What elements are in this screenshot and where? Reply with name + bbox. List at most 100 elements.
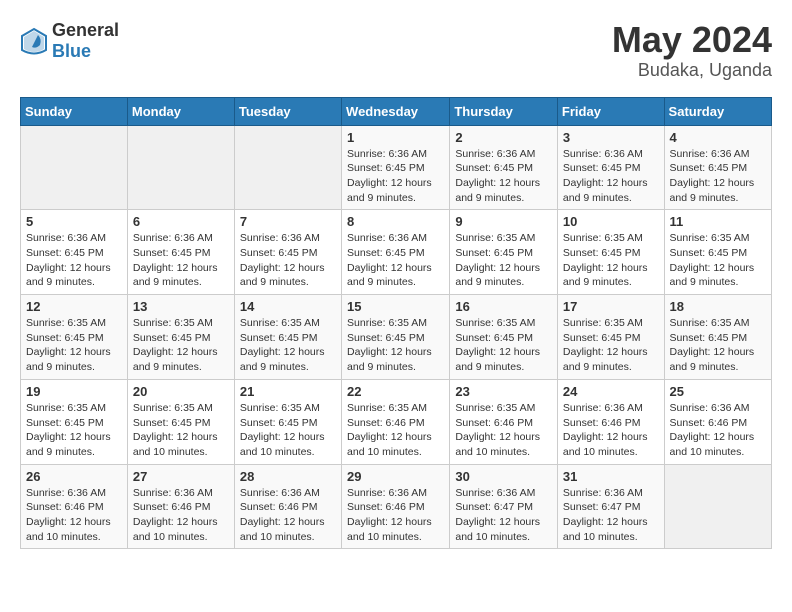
day-info: Sunrise: 6:35 AMSunset: 6:45 PMDaylight:… (563, 231, 659, 290)
day-number: 9 (455, 214, 552, 229)
day-cell: 29 Sunrise: 6:36 AMSunset: 6:46 PMDayligh… (342, 464, 450, 549)
day-info: Sunrise: 6:36 AMSunset: 6:45 PMDaylight:… (347, 231, 444, 290)
logo: General Blue (20, 20, 119, 62)
day-number: 13 (133, 299, 229, 314)
day-cell: 22 Sunrise: 6:35 AMSunset: 6:46 PMDayligh… (342, 379, 450, 464)
day-info: Sunrise: 6:36 AMSunset: 6:45 PMDaylight:… (347, 147, 444, 206)
day-number: 18 (670, 299, 766, 314)
calendar-header-row: SundayMondayTuesdayWednesdayThursdayFrid… (21, 97, 772, 125)
header-thursday: Thursday (450, 97, 558, 125)
day-info: Sunrise: 6:35 AMSunset: 6:45 PMDaylight:… (347, 316, 444, 375)
day-number: 7 (240, 214, 336, 229)
day-info: Sunrise: 6:35 AMSunset: 6:46 PMDaylight:… (455, 401, 552, 460)
day-cell: 12Sunrise: 6:35 AMSunset: 6:45 PMDayligh… (21, 295, 128, 380)
day-cell: 6 Sunrise: 6:36 AMSunset: 6:45 PMDaylight… (127, 210, 234, 295)
day-info: Sunrise: 6:36 AMSunset: 6:45 PMDaylight:… (670, 147, 766, 206)
day-cell: 23 Sunrise: 6:35 AMSunset: 6:46 PMDayligh… (450, 379, 558, 464)
day-cell: 3 Sunrise: 6:36 AMSunset: 6:45 PMDaylight… (557, 125, 664, 210)
day-info: Sunrise: 6:36 AMSunset: 6:46 PMDaylight:… (670, 401, 766, 460)
header-friday: Friday (557, 97, 664, 125)
day-info: Sunrise: 6:36 AMSunset: 6:45 PMDaylight:… (455, 147, 552, 206)
day-number: 10 (563, 214, 659, 229)
week-row-4: 19 Sunrise: 6:35 AMSunset: 6:45 PMDayligh… (21, 379, 772, 464)
day-cell: 5Sunrise: 6:36 AMSunset: 6:45 PMDaylight… (21, 210, 128, 295)
day-number: 29 (347, 469, 444, 484)
header-tuesday: Tuesday (234, 97, 341, 125)
logo-icon (20, 27, 48, 55)
day-cell: 20 Sunrise: 6:35 AMSunset: 6:45 PMDayligh… (127, 379, 234, 464)
day-number: 31 (563, 469, 659, 484)
day-info: Sunrise: 6:36 AMSunset: 6:46 PMDaylight:… (133, 486, 229, 545)
day-info: Sunrise: 6:35 AMSunset: 6:46 PMDaylight:… (347, 401, 444, 460)
header-wednesday: Wednesday (342, 97, 450, 125)
day-info: Sunrise: 6:35 AMSunset: 6:45 PMDaylight:… (133, 401, 229, 460)
day-cell: 16 Sunrise: 6:35 AMSunset: 6:45 PMDayligh… (450, 295, 558, 380)
header-sunday: Sunday (21, 97, 128, 125)
day-number: 28 (240, 469, 336, 484)
title-block: May 2024 Budaka, Uganda (612, 20, 772, 81)
day-number: 11 (670, 214, 766, 229)
day-cell: 25 Sunrise: 6:36 AMSunset: 6:46 PMDayligh… (664, 379, 771, 464)
day-info: Sunrise: 6:35 AMSunset: 6:45 PMDaylight:… (670, 231, 766, 290)
day-cell: 1 Sunrise: 6:36 AMSunset: 6:45 PMDaylight… (342, 125, 450, 210)
day-info: Sunrise: 6:36 AMSunset: 6:47 PMDaylight:… (563, 486, 659, 545)
day-info: Sunrise: 6:35 AMSunset: 6:45 PMDaylight:… (240, 316, 336, 375)
day-number: 1 (347, 130, 444, 145)
day-cell (234, 125, 341, 210)
day-cell: 31 Sunrise: 6:36 AMSunset: 6:47 PMDayligh… (557, 464, 664, 549)
day-cell: 24Sunrise: 6:36 AMSunset: 6:46 PMDayligh… (557, 379, 664, 464)
day-cell: 7Sunrise: 6:36 AMSunset: 6:45 PMDaylight… (234, 210, 341, 295)
day-info: Sunrise: 6:35 AMSunset: 6:45 PMDaylight:… (240, 401, 336, 460)
day-number: 14 (240, 299, 336, 314)
day-info: Sunrise: 6:35 AMSunset: 6:45 PMDaylight:… (26, 401, 122, 460)
day-number: 23 (455, 384, 552, 399)
day-number: 17 (563, 299, 659, 314)
day-cell: 15Sunrise: 6:35 AMSunset: 6:45 PMDayligh… (342, 295, 450, 380)
day-info: Sunrise: 6:36 AMSunset: 6:46 PMDaylight:… (240, 486, 336, 545)
day-number: 8 (347, 214, 444, 229)
day-cell (127, 125, 234, 210)
day-number: 3 (563, 130, 659, 145)
day-number: 21 (240, 384, 336, 399)
day-info: Sunrise: 6:35 AMSunset: 6:45 PMDaylight:… (455, 316, 552, 375)
day-number: 27 (133, 469, 229, 484)
day-cell: 26Sunrise: 6:36 AMSunset: 6:46 PMDayligh… (21, 464, 128, 549)
day-number: 22 (347, 384, 444, 399)
header-monday: Monday (127, 97, 234, 125)
calendar-table: SundayMondayTuesdayWednesdayThursdayFrid… (20, 97, 772, 550)
day-number: 24 (563, 384, 659, 399)
day-number: 5 (26, 214, 122, 229)
page-header: General Blue May 2024 Budaka, Uganda (20, 20, 772, 81)
day-cell: 9 Sunrise: 6:35 AMSunset: 6:45 PMDaylight… (450, 210, 558, 295)
day-number: 30 (455, 469, 552, 484)
location-subtitle: Budaka, Uganda (612, 60, 772, 81)
day-info: Sunrise: 6:36 AMSunset: 6:45 PMDaylight:… (133, 231, 229, 290)
week-row-3: 12 Sunrise: 6:35 AMSunset: 6:45 PMDayligh… (21, 295, 772, 380)
week-row-2: 5 Sunrise: 6:36 AMSunset: 6:45 PMDaylight… (21, 210, 772, 295)
day-cell: 2 Sunrise: 6:36 AMSunset: 6:45 PMDaylight… (450, 125, 558, 210)
day-cell: 27 Sunrise: 6:36 AMSunset: 6:46 PMDayligh… (127, 464, 234, 549)
day-info: Sunrise: 6:35 AMSunset: 6:45 PMDaylight:… (670, 316, 766, 375)
day-cell: 30 Sunrise: 6:36 AMSunset: 6:47 PMDayligh… (450, 464, 558, 549)
day-cell (21, 125, 128, 210)
day-number: 20 (133, 384, 229, 399)
day-info: Sunrise: 6:36 AMSunset: 6:45 PMDaylight:… (563, 147, 659, 206)
day-number: 12 (26, 299, 122, 314)
day-number: 16 (455, 299, 552, 314)
week-row-5: 26 Sunrise: 6:36 AMSunset: 6:46 PMDayligh… (21, 464, 772, 549)
day-number: 25 (670, 384, 766, 399)
day-cell: 13Sunrise: 6:35 AMSunset: 6:45 PMDayligh… (127, 295, 234, 380)
day-number: 2 (455, 130, 552, 145)
day-number: 6 (133, 214, 229, 229)
day-number: 26 (26, 469, 122, 484)
month-year-title: May 2024 (612, 20, 772, 60)
day-cell: 8 Sunrise: 6:36 AMSunset: 6:45 PMDaylight… (342, 210, 450, 295)
day-cell: 19 Sunrise: 6:35 AMSunset: 6:45 PMDayligh… (21, 379, 128, 464)
day-number: 19 (26, 384, 122, 399)
day-cell: 14 Sunrise: 6:35 AMSunset: 6:45 PMDayligh… (234, 295, 341, 380)
logo-general: General (52, 20, 119, 40)
day-info: Sunrise: 6:36 AMSunset: 6:47 PMDaylight:… (455, 486, 552, 545)
day-info: Sunrise: 6:36 AMSunset: 6:46 PMDaylight:… (347, 486, 444, 545)
day-cell (664, 464, 771, 549)
day-info: Sunrise: 6:35 AMSunset: 6:45 PMDaylight:… (455, 231, 552, 290)
